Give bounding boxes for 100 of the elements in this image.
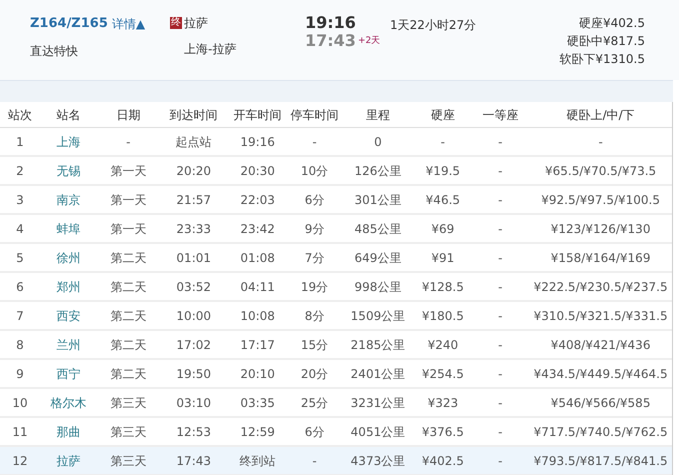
table-cell-text: - [497,250,504,266]
table-cell-text: ¥46.5 [424,192,462,208]
table-cell-text: 4051公里 [350,424,406,440]
table-cell-text: - [497,220,504,238]
table-cell-text: 20:20 [175,162,212,180]
column-header: 站次 [6,106,33,124]
table-cell-text: 03:10 [175,394,212,412]
fare-text: 硬卧中¥817.5 [567,33,645,50]
station-link[interactable]: 蚌埠 [40,220,97,238]
route: 上海-拉萨 [183,41,238,58]
column-header: 日期 [115,106,142,124]
table-cell-text: 17:02 [175,336,212,354]
station-link[interactable]: 徐州 [40,248,97,266]
station-link[interactable]: 南京 [40,190,97,208]
table-cell-text: 9 [15,366,25,382]
table-cell-text: - [311,452,318,470]
table-cell-text: 998公里 [353,278,402,296]
table-cell-text: 第三天 [109,394,148,412]
table-cell-text: 2 [15,162,25,180]
table-cell-text: 21:57 [175,192,212,208]
table-cell-text: 7分 [304,250,326,266]
column-header: 站名 [55,106,82,124]
terminal-station: 拉萨 [184,15,208,32]
table-cell-text: 6分 [304,192,326,208]
table-cell-text: 5 [15,250,25,266]
table-cell-text: 20:30 [239,162,276,180]
day-offset: +2天 [358,35,380,48]
table-cell-text: 17:43 [175,452,212,470]
station-link[interactable]: 格尔木 [40,394,97,412]
table-cell-text: 第二天 [109,366,148,382]
arrive-time: 17:43 [305,32,356,50]
table-cell-text: ¥180.5 [420,308,465,324]
table-cell-text: - [497,394,504,412]
table-cell-text: - [497,366,504,382]
table-cell-text: 23:42 [239,220,276,238]
station-link[interactable]: 无锡 [40,162,97,180]
station-link[interactable]: 那曲 [40,422,97,440]
table-cell-text: ¥91 [430,250,456,266]
column-header: 硬卧上/中/下 [566,106,636,124]
table-cell-text: ¥254.5 [420,366,465,382]
table-cell-text: 22:03 [239,192,276,208]
station-link[interactable]: 西安 [40,306,97,324]
table-cell-text: - [497,278,504,296]
table-cell-text: 起点站 [174,134,213,150]
table-cell-text: 19:50 [175,366,212,382]
train-type: 直达特快 [30,42,79,60]
column-header: 停车时间 [290,106,340,124]
table-cell-text: ¥793.5/¥817.5/¥841.5 [532,452,669,470]
table-cell-text: 4 [15,220,25,238]
station-link[interactable]: 郑州 [40,278,97,296]
table-cell-text: 03:52 [175,278,212,296]
table-cell-text: - [125,134,132,150]
table-cell-text: ¥123/¥126/¥130 [550,220,652,238]
table-cell-text: 1509公里 [350,308,406,324]
table-cell-text: 11 [11,424,29,440]
table-cell-text: 4373公里 [350,452,406,470]
table-cell-text: - [440,134,446,150]
table-row[interactable]: 12 拉萨 第三天 17:43 终到站 - 4373公里 ¥402.5 - ¥793.5/¥817.5/¥841.5 [0,447,672,475]
table-cell-text: 第二天 [109,308,148,324]
duration: 1天22小时27分 [390,18,476,32]
table-cell-text: 10 [11,394,29,412]
terminal-badge: 终 [170,17,182,29]
train-number-link[interactable]: Z164/Z165 [30,14,108,34]
table-cell-text: ¥240 [426,336,460,354]
table-cell-text: 485公里 [353,220,402,238]
table-cell-text: ¥65.5/¥70.5/¥73.5 [544,162,658,180]
table-cell-text: ¥323 [426,394,460,412]
table-cell-text: - [497,134,504,150]
table-cell-text: - [497,424,504,440]
table-cell-text: 终到站 [238,452,277,470]
table-cell-text: 03:35 [239,394,276,412]
table-cell-text: ¥402.5 [420,452,465,470]
table-cell-text: 1 [15,134,25,150]
station-link[interactable]: 拉萨 [40,452,97,470]
table-cell-text: ¥69 [430,220,456,238]
station-link[interactable]: 西宁 [40,364,97,382]
table-cell-text: ¥92.5/¥97.5/¥100.5 [540,192,661,208]
column-header: 里程 [364,106,391,124]
table-cell-text: 3231公里 [350,394,406,412]
table-cell-text: 9分 [304,220,326,238]
table-cell-text: ¥310.5/¥321.5/¥331.5 [532,308,669,324]
table-cell-text: 04:11 [239,278,276,296]
depart-time: 19:16 [305,14,357,32]
table-cell-text: ¥717.5/¥740.5/¥762.5 [532,424,669,440]
table-cell-text: 12:59 [239,424,276,440]
table-cell-text: 8 [15,336,25,354]
station-link[interactable]: 兰州 [40,336,97,354]
table-cell-text: 第三天 [109,424,148,440]
table-cell-text: ¥158/¥164/¥169 [550,250,652,266]
table-cell-text: 0 [373,134,383,150]
table-cell-text: 649公里 [353,250,402,266]
table-cell-text: - [311,134,318,150]
table-cell-text: 10分 [300,162,330,180]
details-link[interactable]: 详情▲ [112,14,146,33]
table-cell-text: 2185公里 [350,336,406,354]
table-cell-text: 12:53 [175,424,212,440]
table-cell-text: 10:08 [239,308,276,324]
table-cell-text: 25分 [300,394,330,412]
station-link[interactable]: 上海 [40,132,97,150]
table-cell-text: 301公里 [353,192,402,208]
